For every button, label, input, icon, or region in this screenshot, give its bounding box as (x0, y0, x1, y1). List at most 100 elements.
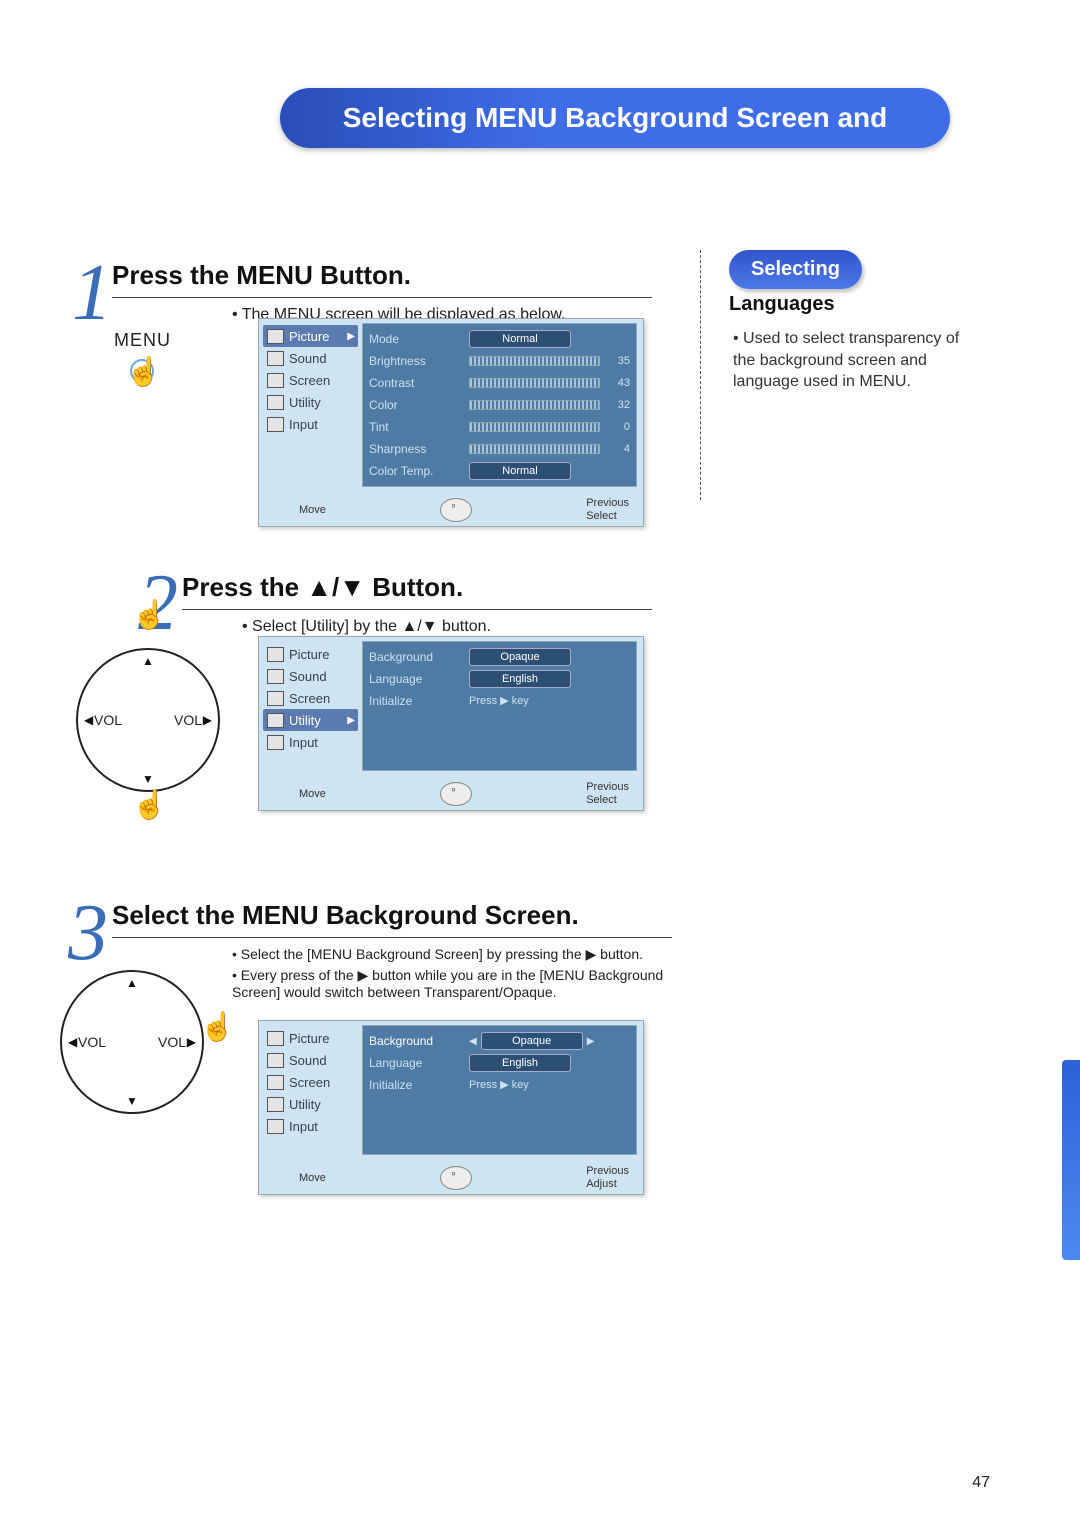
osd3-language-value: English (469, 1054, 571, 1072)
osd3-background-value: Opaque (481, 1032, 583, 1050)
osd3-background-label: Background (369, 1034, 469, 1048)
osd1-contrast-label: Contrast (369, 376, 469, 390)
picture-icon (267, 1031, 284, 1046)
remote-wheel-step2: ▲ ▼ ◀ ▶ VOL VOL (76, 648, 220, 792)
osd-foot-move: Move (299, 788, 326, 800)
osd2-item-sound: Sound (263, 665, 358, 687)
osd1-sharpness-label: Sharpness (369, 442, 469, 456)
menu-label-text: MENU (114, 330, 171, 351)
osd1-colortemp-value: Normal (469, 462, 571, 480)
utility-icon (267, 395, 284, 410)
sidebar-subtitle: Languages (729, 293, 979, 316)
osd-foot-adjust: Adjust (586, 1178, 617, 1190)
page-number: 47 (972, 1474, 990, 1492)
vol-left-label: VOL (78, 1034, 106, 1050)
slider-icon (469, 356, 600, 366)
vol-right-label: VOL (174, 712, 202, 728)
osd3-item-picture: Picture (263, 1027, 358, 1049)
picture-icon (267, 329, 284, 344)
sidebar: Selecting Languages • Used to select tra… (700, 250, 979, 500)
osd1-right-panel: ModeNormal Brightness35 Contrast43 Color… (362, 323, 637, 487)
step-1-number: 1 (72, 248, 112, 339)
input-icon (267, 735, 284, 750)
osd2-item-utility-label: Utility (289, 713, 321, 728)
osd2-item-input-label: Input (289, 735, 318, 750)
osd-foot-previous: Previous (586, 781, 629, 793)
step-3-bullet-2: • Every press of the ▶ button while you … (222, 967, 672, 1000)
osd2-item-picture: Picture (263, 643, 358, 665)
arrow-left-icon: ◀ (68, 1035, 77, 1049)
osd2-background-label: Background (369, 650, 469, 664)
hand-press-right-icon (200, 1016, 228, 1050)
osd3-initialize-label: Initialize (369, 1078, 469, 1092)
osd1-mode-value: Normal (469, 330, 571, 348)
dpad-wheel-icon: ▲ ▼ ◀ ▶ VOL VOL (76, 648, 220, 792)
sound-icon (267, 669, 284, 684)
osd1-item-screen-label: Screen (289, 373, 330, 388)
sidebar-text: • Used to select transparency of the bac… (729, 328, 979, 393)
osd1-sharpness-value: 4 (606, 443, 630, 455)
utility-icon (267, 1097, 284, 1112)
osd1-footer: Move Previous Select (259, 491, 643, 526)
slider-icon (469, 422, 600, 432)
chevron-right-icon: ▶ (347, 715, 355, 726)
osd2-initialize-value: Press ▶ key (469, 693, 569, 709)
osd1-item-input: Input (263, 413, 358, 435)
osd-screen-2: Picture Sound Screen Utility▶ Input Back… (258, 636, 644, 811)
osd3-item-input-label: Input (289, 1119, 318, 1134)
osd1-item-sound-label: Sound (289, 351, 327, 366)
step-3-number: 3 (68, 888, 108, 979)
arrow-up-icon: ▲ (142, 654, 154, 668)
osd2-item-input: Input (263, 731, 358, 753)
step-1-heading: Press the MENU Button. (112, 260, 652, 291)
osd-foot-move: Move (299, 504, 326, 516)
osd3-item-screen: Screen (263, 1071, 358, 1093)
osd1-tint-value: 0 (606, 421, 630, 433)
osd-foot-previous: Previous (586, 497, 629, 509)
picture-icon (267, 647, 284, 662)
osd1-color-value: 32 (606, 399, 630, 411)
sound-icon (267, 1053, 284, 1068)
osd3-item-sound-label: Sound (289, 1053, 327, 1068)
edge-tab (1062, 1060, 1080, 1260)
sound-icon (267, 351, 284, 366)
osd1-brightness-label: Brightness (369, 354, 469, 368)
osd1-tint-label: Tint (369, 420, 469, 434)
osd3-left-list: Picture Sound Screen Utility Input (259, 1021, 362, 1159)
osd3-item-input: Input (263, 1115, 358, 1137)
osd3-footer: Move Previous Adjust (259, 1159, 643, 1194)
osd-screen-1: Picture▶ Sound Screen Utility Input Mode… (258, 318, 644, 527)
chevron-left-icon: ◀ (469, 1036, 477, 1047)
osd2-initialize-label: Initialize (369, 694, 469, 708)
step-3-bullet-1: • Select the [MENU Background Screen] by… (222, 946, 672, 963)
vol-left-label: VOL (94, 712, 122, 728)
osd1-item-sound: Sound (263, 347, 358, 369)
input-icon (267, 1119, 284, 1134)
osd1-mode-label: Mode (369, 332, 469, 346)
arrow-right-icon: ▶ (203, 713, 212, 727)
arrow-down-icon: ▼ (142, 772, 154, 786)
page-title-banner: Selecting MENU Background Screen and Lan… (280, 88, 950, 148)
osd2-background-value: Opaque (469, 648, 571, 666)
utility-icon (267, 713, 284, 728)
step-2-heading: Press the ▲/▼ Button. (182, 572, 652, 603)
screen-icon (267, 691, 284, 706)
osd2-item-utility: Utility ▶ (263, 709, 358, 731)
osd1-contrast-value: 43 (606, 377, 630, 389)
slider-icon (469, 378, 600, 388)
osd-foot-select: Select (586, 794, 617, 806)
arrow-down-icon: ▼ (126, 1094, 138, 1108)
osd1-item-utility-label: Utility (289, 395, 321, 410)
osd2-language-value: English (469, 670, 571, 688)
page: Selecting MENU Background Screen and Lan… (0, 0, 1080, 1528)
osd3-right-panel: Background◀Opaque▶ LanguageEnglish Initi… (362, 1025, 637, 1155)
osd1-brightness-value: 35 (606, 355, 630, 367)
screen-icon (267, 1075, 284, 1090)
osd-foot-select: Select (586, 510, 617, 522)
osd3-item-screen-label: Screen (289, 1075, 330, 1090)
osd2-language-label: Language (369, 672, 469, 686)
slider-icon (469, 444, 600, 454)
menu-label: MENU (114, 330, 171, 395)
step-2-bullet: • Select [Utility] by the ▲/▼ button. (232, 618, 652, 636)
osd3-item-utility-label: Utility (289, 1097, 321, 1112)
